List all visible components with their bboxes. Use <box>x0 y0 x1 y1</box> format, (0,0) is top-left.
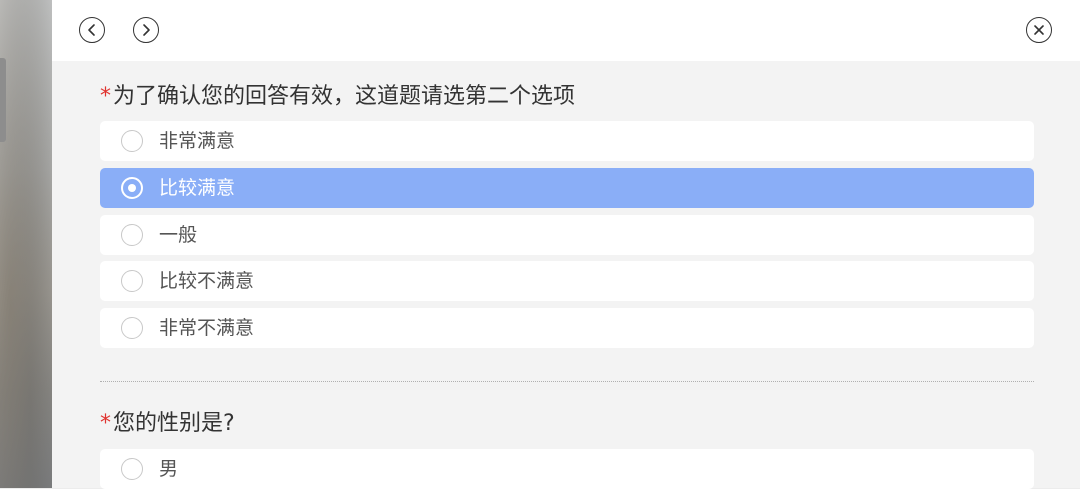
option-very-dissatisfied[interactable]: 非常不满意 <box>100 308 1034 348</box>
option-label: 非常满意 <box>159 130 236 152</box>
radio-selected-icon[interactable] <box>121 177 143 199</box>
question-1-text: 为了确认您的回答有效，这道题请选第二个选项 <box>113 84 576 109</box>
option-fairly-satisfied[interactable]: 比较满意 <box>100 168 1034 208</box>
option-label: 男 <box>159 458 179 480</box>
radio-icon[interactable] <box>121 270 143 292</box>
question-2-text: 您的性别是? <box>113 411 235 436</box>
close-icon <box>1034 25 1044 35</box>
option-label: 非常不满意 <box>159 317 255 339</box>
option-male[interactable]: 男 <box>100 449 1034 489</box>
question-divider <box>100 381 1034 382</box>
required-mark: * <box>100 411 111 436</box>
forward-button[interactable] <box>133 17 159 43</box>
option-label: 一般 <box>159 224 198 246</box>
option-very-satisfied[interactable]: 非常满意 <box>100 121 1034 161</box>
close-button[interactable] <box>1026 17 1052 43</box>
background-image <box>0 0 52 488</box>
radio-icon[interactable] <box>121 224 143 246</box>
option-label: 比较满意 <box>159 177 236 199</box>
option-label: 比较不满意 <box>159 270 255 292</box>
required-mark: * <box>100 84 111 109</box>
question-1-title: *为了确认您的回答有效，这道题请选第二个选项 <box>100 82 575 112</box>
survey-panel: *为了确认您的回答有效，这道题请选第二个选项 非常满意 比较满意 一般 比较不满… <box>52 0 1080 489</box>
radio-icon[interactable] <box>121 317 143 339</box>
radio-icon[interactable] <box>121 458 143 480</box>
chevron-right-icon <box>143 24 150 36</box>
option-neutral[interactable]: 一般 <box>100 215 1034 255</box>
option-fairly-dissatisfied[interactable]: 比较不满意 <box>100 261 1034 301</box>
radio-icon[interactable] <box>121 130 143 152</box>
question-2-title: *您的性别是? <box>100 409 235 439</box>
chevron-left-icon <box>88 24 95 36</box>
side-handle[interactable] <box>0 58 6 142</box>
back-button[interactable] <box>79 17 105 43</box>
top-bar <box>52 0 1080 61</box>
